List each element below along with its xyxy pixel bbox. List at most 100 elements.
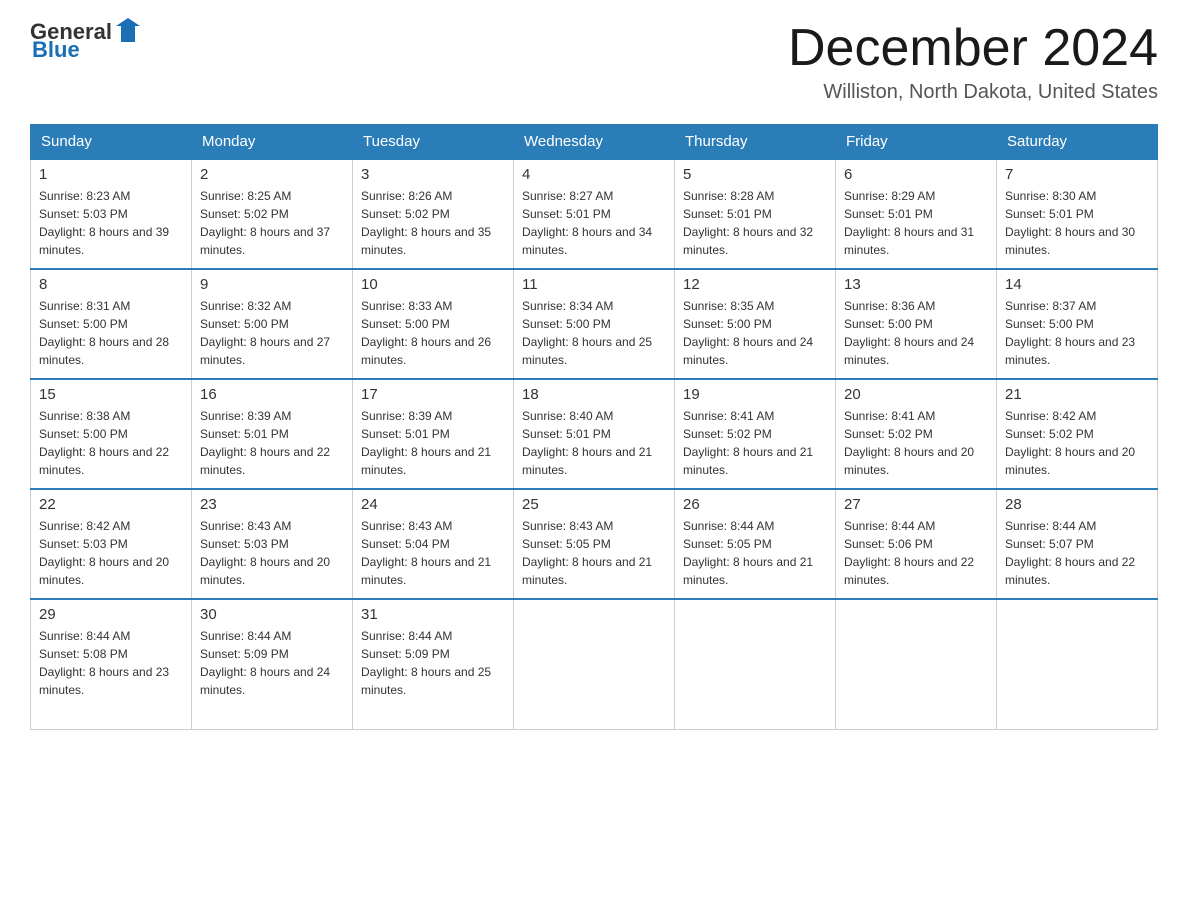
day-info: Sunrise: 8:37 AMSunset: 5:00 PMDaylight:… [1005,297,1149,369]
day-number: 7 [1005,166,1149,183]
calendar-cell: 27 Sunrise: 8:44 AMSunset: 5:06 PMDayligh… [836,489,997,599]
day-number: 17 [361,386,505,403]
calendar-cell: 14 Sunrise: 8:37 AMSunset: 5:00 PMDayligh… [997,269,1158,379]
calendar-cell: 9 Sunrise: 8:32 AMSunset: 5:00 PMDaylight… [192,269,353,379]
weekday-header-monday: Monday [192,125,353,160]
calendar-cell: 8Sunrise: 8:31 AMSunset: 5:00 PMDaylight… [31,269,192,379]
week-row-5: 29 Sunrise: 8:44 AMSunset: 5:08 PMDayligh… [31,599,1158,729]
day-number: 2 [200,166,344,183]
day-number: 25 [522,496,666,513]
calendar-cell: 15 Sunrise: 8:38 AMSunset: 5:00 PMDayligh… [31,379,192,489]
calendar-cell: 29 Sunrise: 8:44 AMSunset: 5:08 PMDayligh… [31,599,192,729]
logo: General Blue [30,20,142,62]
calendar-cell: 12Sunrise: 8:35 AMSunset: 5:00 PMDayligh… [675,269,836,379]
calendar-cell: 24Sunrise: 8:43 AMSunset: 5:04 PMDayligh… [353,489,514,599]
day-number: 3 [361,166,505,183]
day-info: Sunrise: 8:41 AMSunset: 5:02 PMDaylight:… [844,407,988,479]
calendar-cell: 17Sunrise: 8:39 AMSunset: 5:01 PMDayligh… [353,379,514,489]
title-block: December 2024 Williston, North Dakota, U… [788,20,1158,104]
month-title: December 2024 [788,20,1158,77]
calendar-cell [997,599,1158,729]
calendar-cell: 5 Sunrise: 8:28 AMSunset: 5:01 PMDaylight… [675,159,836,269]
day-info: Sunrise: 8:44 AMSunset: 5:09 PMDaylight:… [361,627,505,699]
calendar-cell: 31 Sunrise: 8:44 AMSunset: 5:09 PMDayligh… [353,599,514,729]
day-number: 24 [361,496,505,513]
calendar-cell [675,599,836,729]
day-info: Sunrise: 8:30 AMSunset: 5:01 PMDaylight:… [1005,187,1149,259]
calendar-cell [836,599,997,729]
day-number: 29 [39,606,183,623]
day-info: Sunrise: 8:44 AMSunset: 5:09 PMDaylight:… [200,627,344,699]
day-number: 12 [683,276,827,293]
day-info: Sunrise: 8:34 AMSunset: 5:00 PMDaylight:… [522,297,666,369]
calendar-cell: 21 Sunrise: 8:42 AMSunset: 5:02 PMDayligh… [997,379,1158,489]
day-info: Sunrise: 8:32 AMSunset: 5:00 PMDaylight:… [200,297,344,369]
calendar-cell: 16 Sunrise: 8:39 AMSunset: 5:01 PMDayligh… [192,379,353,489]
day-info: Sunrise: 8:39 AMSunset: 5:01 PMDaylight:… [200,407,344,479]
calendar-cell: 13Sunrise: 8:36 AMSunset: 5:00 PMDayligh… [836,269,997,379]
calendar-cell: 23 Sunrise: 8:43 AMSunset: 5:03 PMDayligh… [192,489,353,599]
day-info: Sunrise: 8:27 AMSunset: 5:01 PMDaylight:… [522,187,666,259]
day-info: Sunrise: 8:43 AMSunset: 5:03 PMDaylight:… [200,517,344,589]
day-number: 19 [683,386,827,403]
location-title: Williston, North Dakota, United States [788,81,1158,104]
day-number: 5 [683,166,827,183]
calendar-cell: 30 Sunrise: 8:44 AMSunset: 5:09 PMDayligh… [192,599,353,729]
day-info: Sunrise: 8:29 AMSunset: 5:01 PMDaylight:… [844,187,988,259]
day-info: Sunrise: 8:28 AMSunset: 5:01 PMDaylight:… [683,187,827,259]
day-number: 10 [361,276,505,293]
day-info: Sunrise: 8:38 AMSunset: 5:00 PMDaylight:… [39,407,183,479]
day-number: 4 [522,166,666,183]
day-info: Sunrise: 8:41 AMSunset: 5:02 PMDaylight:… [683,407,827,479]
day-number: 27 [844,496,988,513]
day-info: Sunrise: 8:26 AMSunset: 5:02 PMDaylight:… [361,187,505,259]
day-number: 18 [522,386,666,403]
day-number: 9 [200,276,344,293]
day-number: 13 [844,276,988,293]
day-number: 30 [200,606,344,623]
week-row-2: 8Sunrise: 8:31 AMSunset: 5:00 PMDaylight… [31,269,1158,379]
calendar-cell: 4 Sunrise: 8:27 AMSunset: 5:01 PMDaylight… [514,159,675,269]
day-info: Sunrise: 8:44 AMSunset: 5:07 PMDaylight:… [1005,517,1149,589]
day-number: 23 [200,496,344,513]
day-info: Sunrise: 8:44 AMSunset: 5:06 PMDaylight:… [844,517,988,589]
day-info: Sunrise: 8:25 AMSunset: 5:02 PMDaylight:… [200,187,344,259]
day-number: 26 [683,496,827,513]
day-number: 1 [39,166,183,183]
day-number: 15 [39,386,183,403]
calendar-table: SundayMondayTuesdayWednesdayThursdayFrid… [30,124,1158,730]
day-number: 22 [39,496,183,513]
day-info: Sunrise: 8:40 AMSunset: 5:01 PMDaylight:… [522,407,666,479]
calendar-cell: 20Sunrise: 8:41 AMSunset: 5:02 PMDayligh… [836,379,997,489]
calendar-cell: 6 Sunrise: 8:29 AMSunset: 5:01 PMDaylight… [836,159,997,269]
week-row-3: 15 Sunrise: 8:38 AMSunset: 5:00 PMDayligh… [31,379,1158,489]
day-number: 31 [361,606,505,623]
weekday-header-row: SundayMondayTuesdayWednesdayThursdayFrid… [31,125,1158,160]
day-number: 6 [844,166,988,183]
day-number: 28 [1005,496,1149,513]
day-info: Sunrise: 8:44 AMSunset: 5:05 PMDaylight:… [683,517,827,589]
day-number: 21 [1005,386,1149,403]
calendar-cell: 26 Sunrise: 8:44 AMSunset: 5:05 PMDayligh… [675,489,836,599]
day-number: 16 [200,386,344,403]
calendar-cell: 3 Sunrise: 8:26 AMSunset: 5:02 PMDaylight… [353,159,514,269]
week-row-1: 1 Sunrise: 8:23 AMSunset: 5:03 PMDaylight… [31,159,1158,269]
calendar-cell: 2 Sunrise: 8:25 AMSunset: 5:02 PMDaylight… [192,159,353,269]
week-row-4: 22 Sunrise: 8:42 AMSunset: 5:03 PMDayligh… [31,489,1158,599]
page-header: General Blue December 2024 Williston, No… [30,20,1158,104]
calendar-cell: 1 Sunrise: 8:23 AMSunset: 5:03 PMDaylight… [31,159,192,269]
day-info: Sunrise: 8:42 AMSunset: 5:02 PMDaylight:… [1005,407,1149,479]
day-info: Sunrise: 8:44 AMSunset: 5:08 PMDaylight:… [39,627,183,699]
day-info: Sunrise: 8:23 AMSunset: 5:03 PMDaylight:… [39,187,183,259]
calendar-cell: 10Sunrise: 8:33 AMSunset: 5:00 PMDayligh… [353,269,514,379]
calendar-cell [514,599,675,729]
calendar-cell: 22 Sunrise: 8:42 AMSunset: 5:03 PMDayligh… [31,489,192,599]
calendar-cell: 7 Sunrise: 8:30 AMSunset: 5:01 PMDaylight… [997,159,1158,269]
day-info: Sunrise: 8:43 AMSunset: 5:05 PMDaylight:… [522,517,666,589]
calendar-cell: 11Sunrise: 8:34 AMSunset: 5:00 PMDayligh… [514,269,675,379]
day-info: Sunrise: 8:42 AMSunset: 5:03 PMDaylight:… [39,517,183,589]
weekday-header-wednesday: Wednesday [514,125,675,160]
weekday-header-sunday: Sunday [31,125,192,160]
day-number: 14 [1005,276,1149,293]
logo-flag-icon [114,16,142,44]
